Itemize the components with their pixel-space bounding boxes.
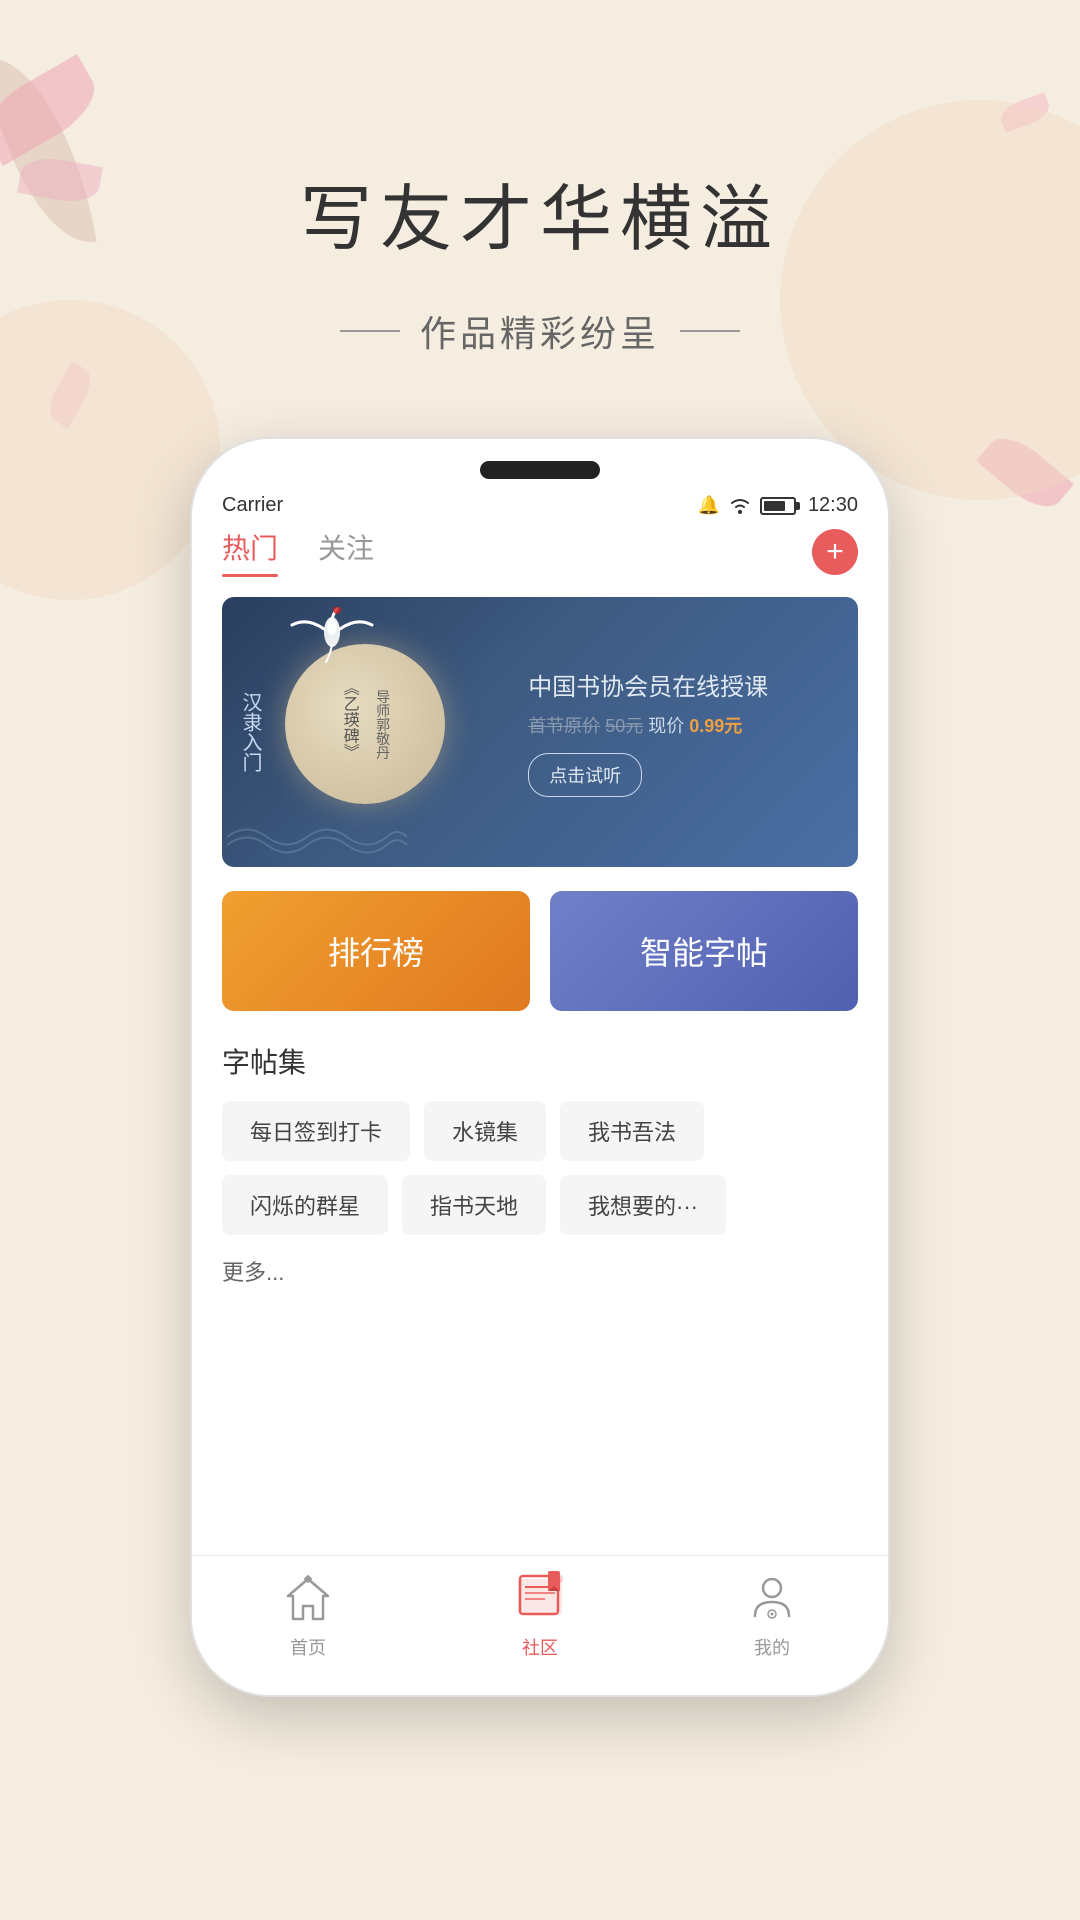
banner-course-title: 中国书协会员在线授课 bbox=[528, 667, 838, 702]
dash-right bbox=[680, 330, 740, 332]
time-display: 12:30 bbox=[808, 494, 858, 517]
add-tab-button[interactable]: + bbox=[812, 529, 858, 575]
crane-icon bbox=[282, 607, 382, 687]
tag-item[interactable]: 我想要的··· bbox=[560, 1175, 726, 1235]
app-content: 热门 关注 + bbox=[192, 527, 888, 1287]
current-price-label: 现价 bbox=[648, 716, 684, 736]
banner-calligraphy-text: 汉隶入门 bbox=[232, 692, 268, 772]
ranking-button[interactable]: 排行榜 bbox=[222, 891, 530, 1011]
tag-item[interactable]: 指书天地 bbox=[402, 1175, 546, 1235]
home-label: 首页 bbox=[290, 1634, 326, 1660]
profile-icon bbox=[742, 1571, 802, 1626]
more-link[interactable]: 更多... bbox=[222, 1255, 284, 1287]
tag-item[interactable]: 每日签到打卡 bbox=[222, 1101, 410, 1161]
banner-left-visual: 《乙瑛碑》 导师郭敬丹 汉隶入门 bbox=[222, 597, 508, 867]
nav-community[interactable]: 社区 bbox=[510, 1571, 570, 1660]
petal-3 bbox=[42, 362, 98, 429]
phone-mockup: Carrier 🔔 12:3 bbox=[190, 437, 890, 1697]
nav-home[interactable]: 首页 bbox=[278, 1571, 338, 1660]
hero-subtitle: 作品精彩纷呈 bbox=[0, 305, 1080, 357]
banner-price: 首节原价 50元 现价 0.99元 bbox=[528, 712, 838, 738]
tag-grid: 每日签到打卡水镜集我书吾法闪烁的群星指书天地我想要的··· bbox=[222, 1101, 858, 1235]
hero-subtitle-text: 作品精彩纷呈 bbox=[420, 305, 660, 357]
profile-label: 我的 bbox=[754, 1634, 790, 1660]
bottom-nav: 首页 bbox=[192, 1555, 888, 1695]
try-listen-button[interactable]: 点击试听 bbox=[528, 753, 642, 797]
community-label: 社区 bbox=[522, 1634, 558, 1660]
battery-icon bbox=[760, 497, 800, 515]
tag-item[interactable]: 水镜集 bbox=[424, 1101, 546, 1161]
original-price-value: 50元 bbox=[605, 716, 643, 736]
hero-title: 写友才华横溢 bbox=[0, 160, 1080, 265]
community-icon bbox=[510, 1571, 570, 1626]
smart-copy-button[interactable]: 智能字帖 bbox=[550, 891, 858, 1011]
tag-item[interactable]: 我书吾法 bbox=[560, 1101, 704, 1161]
add-icon: + bbox=[826, 535, 844, 569]
notification-icon: 🔔 bbox=[698, 495, 720, 516]
home-icon bbox=[278, 1571, 338, 1626]
dash-left bbox=[340, 330, 400, 332]
wifi-icon bbox=[728, 497, 752, 515]
hero-section: 写友才华横溢 作品精彩纷呈 bbox=[0, 0, 1080, 357]
banner-book-title: 《乙瑛碑》 导师郭敬丹 bbox=[336, 680, 394, 769]
nav-profile[interactable]: 我的 bbox=[742, 1571, 802, 1660]
tab-bar: 热门 关注 + bbox=[222, 527, 858, 577]
tab-hot[interactable]: 热门 bbox=[222, 527, 278, 577]
carrier-label: Carrier bbox=[222, 494, 283, 517]
course-banner[interactable]: 《乙瑛碑》 导师郭敬丹 汉隶入门 中国书 bbox=[222, 597, 858, 867]
phone-container: Carrier 🔔 12:3 bbox=[0, 437, 1080, 1697]
status-bar: Carrier 🔔 12:3 bbox=[192, 439, 888, 527]
quick-actions: 排行榜 智能字帖 bbox=[222, 891, 858, 1011]
section-title: 字帖集 bbox=[222, 1041, 858, 1081]
current-price-value: 0.99元 bbox=[689, 716, 742, 736]
banner-right-content: 中国书协会员在线授课 首节原价 50元 现价 0.99元 点击试听 bbox=[508, 647, 858, 817]
phone-speaker bbox=[480, 461, 600, 479]
tag-item[interactable]: 闪烁的群星 bbox=[222, 1175, 388, 1235]
wave-decoration bbox=[227, 817, 407, 857]
tab-follow[interactable]: 关注 bbox=[318, 527, 374, 577]
status-icons: 🔔 12:30 bbox=[698, 494, 858, 517]
original-price-label: 首节原价 bbox=[528, 716, 600, 736]
